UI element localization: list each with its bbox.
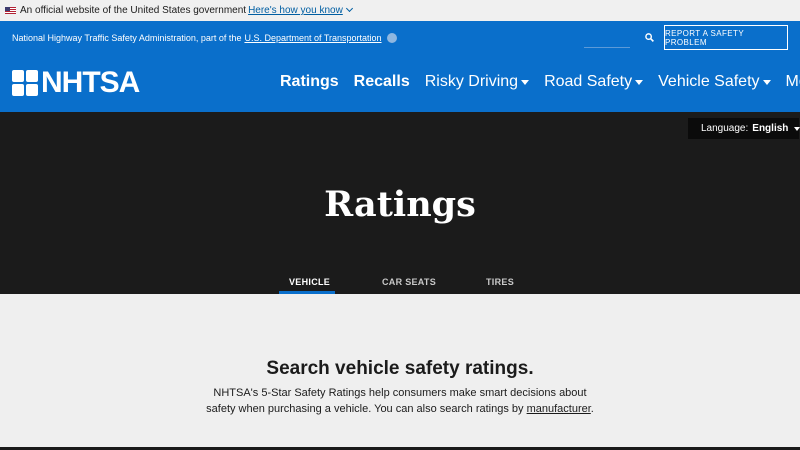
language-value: English <box>752 123 789 134</box>
main-nav: NHTSA Ratings Recalls Risky Driving Road Sa… <box>0 55 800 112</box>
nav-item-more[interactable]: More <box>786 73 800 91</box>
nhtsa-logo[interactable]: NHTSA <box>12 66 140 99</box>
language-selector[interactable]: Language: English <box>688 118 800 139</box>
nav-item-label: Road Safety <box>544 73 633 90</box>
caret-down-icon <box>521 79 530 85</box>
hero: Language: English Ratings VEHICLE CAR SE… <box>0 112 800 294</box>
description: NHTSA's 5-Star Safety Ratings help consu… <box>200 385 600 417</box>
search-input[interactable] <box>584 47 630 48</box>
report-safety-problem-button[interactable]: REPORT A SAFETY PROBLEM <box>664 25 788 50</box>
car-seat-icon <box>12 84 24 96</box>
dot-seal-icon <box>386 33 397 43</box>
nav-item-label: Vehicle Safety <box>658 73 760 90</box>
language-label: Language: <box>701 123 749 134</box>
search-icon[interactable] <box>645 33 654 42</box>
caret-down-icon <box>762 79 771 85</box>
ratings-tabs: VEHICLE CAR SEATS TIRES <box>0 275 800 294</box>
steering-wheel-icon <box>12 70 24 82</box>
nav-item-label: Recalls <box>353 73 410 90</box>
nav-item-recalls[interactable]: Recalls <box>354 73 410 91</box>
star-icon <box>26 84 38 96</box>
nav-item-label: Ratings <box>280 73 339 90</box>
tab-vehicle[interactable]: VEHICLE <box>289 277 330 287</box>
pedestrian-icon <box>26 70 38 82</box>
logo-icon-grid <box>12 70 38 96</box>
agency-text: National Highway Traffic Safety Administ… <box>12 33 242 43</box>
page-title: Ratings <box>324 184 476 225</box>
us-flag-icon <box>5 7 16 14</box>
tab-tires[interactable]: TIRES <box>486 277 514 287</box>
nav-item-road-safety[interactable]: Road Safety <box>544 73 644 91</box>
caret-down-icon <box>794 126 800 131</box>
chevron-down-icon[interactable] <box>345 4 353 13</box>
search-heading: Search vehicle safety ratings. <box>266 358 534 379</box>
top-strip: National Highway Traffic Safety Administ… <box>0 21 800 55</box>
gov-banner: An official website of the United States… <box>0 0 800 21</box>
dot-link[interactable]: U.S. Department of Transportation <box>244 33 381 43</box>
nav-menu: Ratings Recalls Risky Driving Road Safety Ve… <box>280 73 800 91</box>
nav-item-label: More <box>785 73 800 90</box>
nav-item-vehicle-safety[interactable]: Vehicle Safety <box>658 73 771 91</box>
heres-how-you-know-link[interactable]: Here's how you know <box>248 5 343 16</box>
tab-car-seats[interactable]: CAR SEATS <box>382 277 436 287</box>
main-content: Search vehicle safety ratings. NHTSA's 5… <box>0 294 800 450</box>
manufacturer-link[interactable]: manufacturer <box>527 403 591 415</box>
description-end: . <box>590 403 594 415</box>
logo-text: NHTSA <box>41 66 140 99</box>
caret-down-icon <box>635 79 644 85</box>
nav-item-risky-driving[interactable]: Risky Driving <box>424 73 530 91</box>
nav-item-ratings[interactable]: Ratings <box>280 73 339 91</box>
nav-item-label: Risky Driving <box>424 73 519 90</box>
gov-banner-text: An official website of the United States… <box>20 5 247 16</box>
